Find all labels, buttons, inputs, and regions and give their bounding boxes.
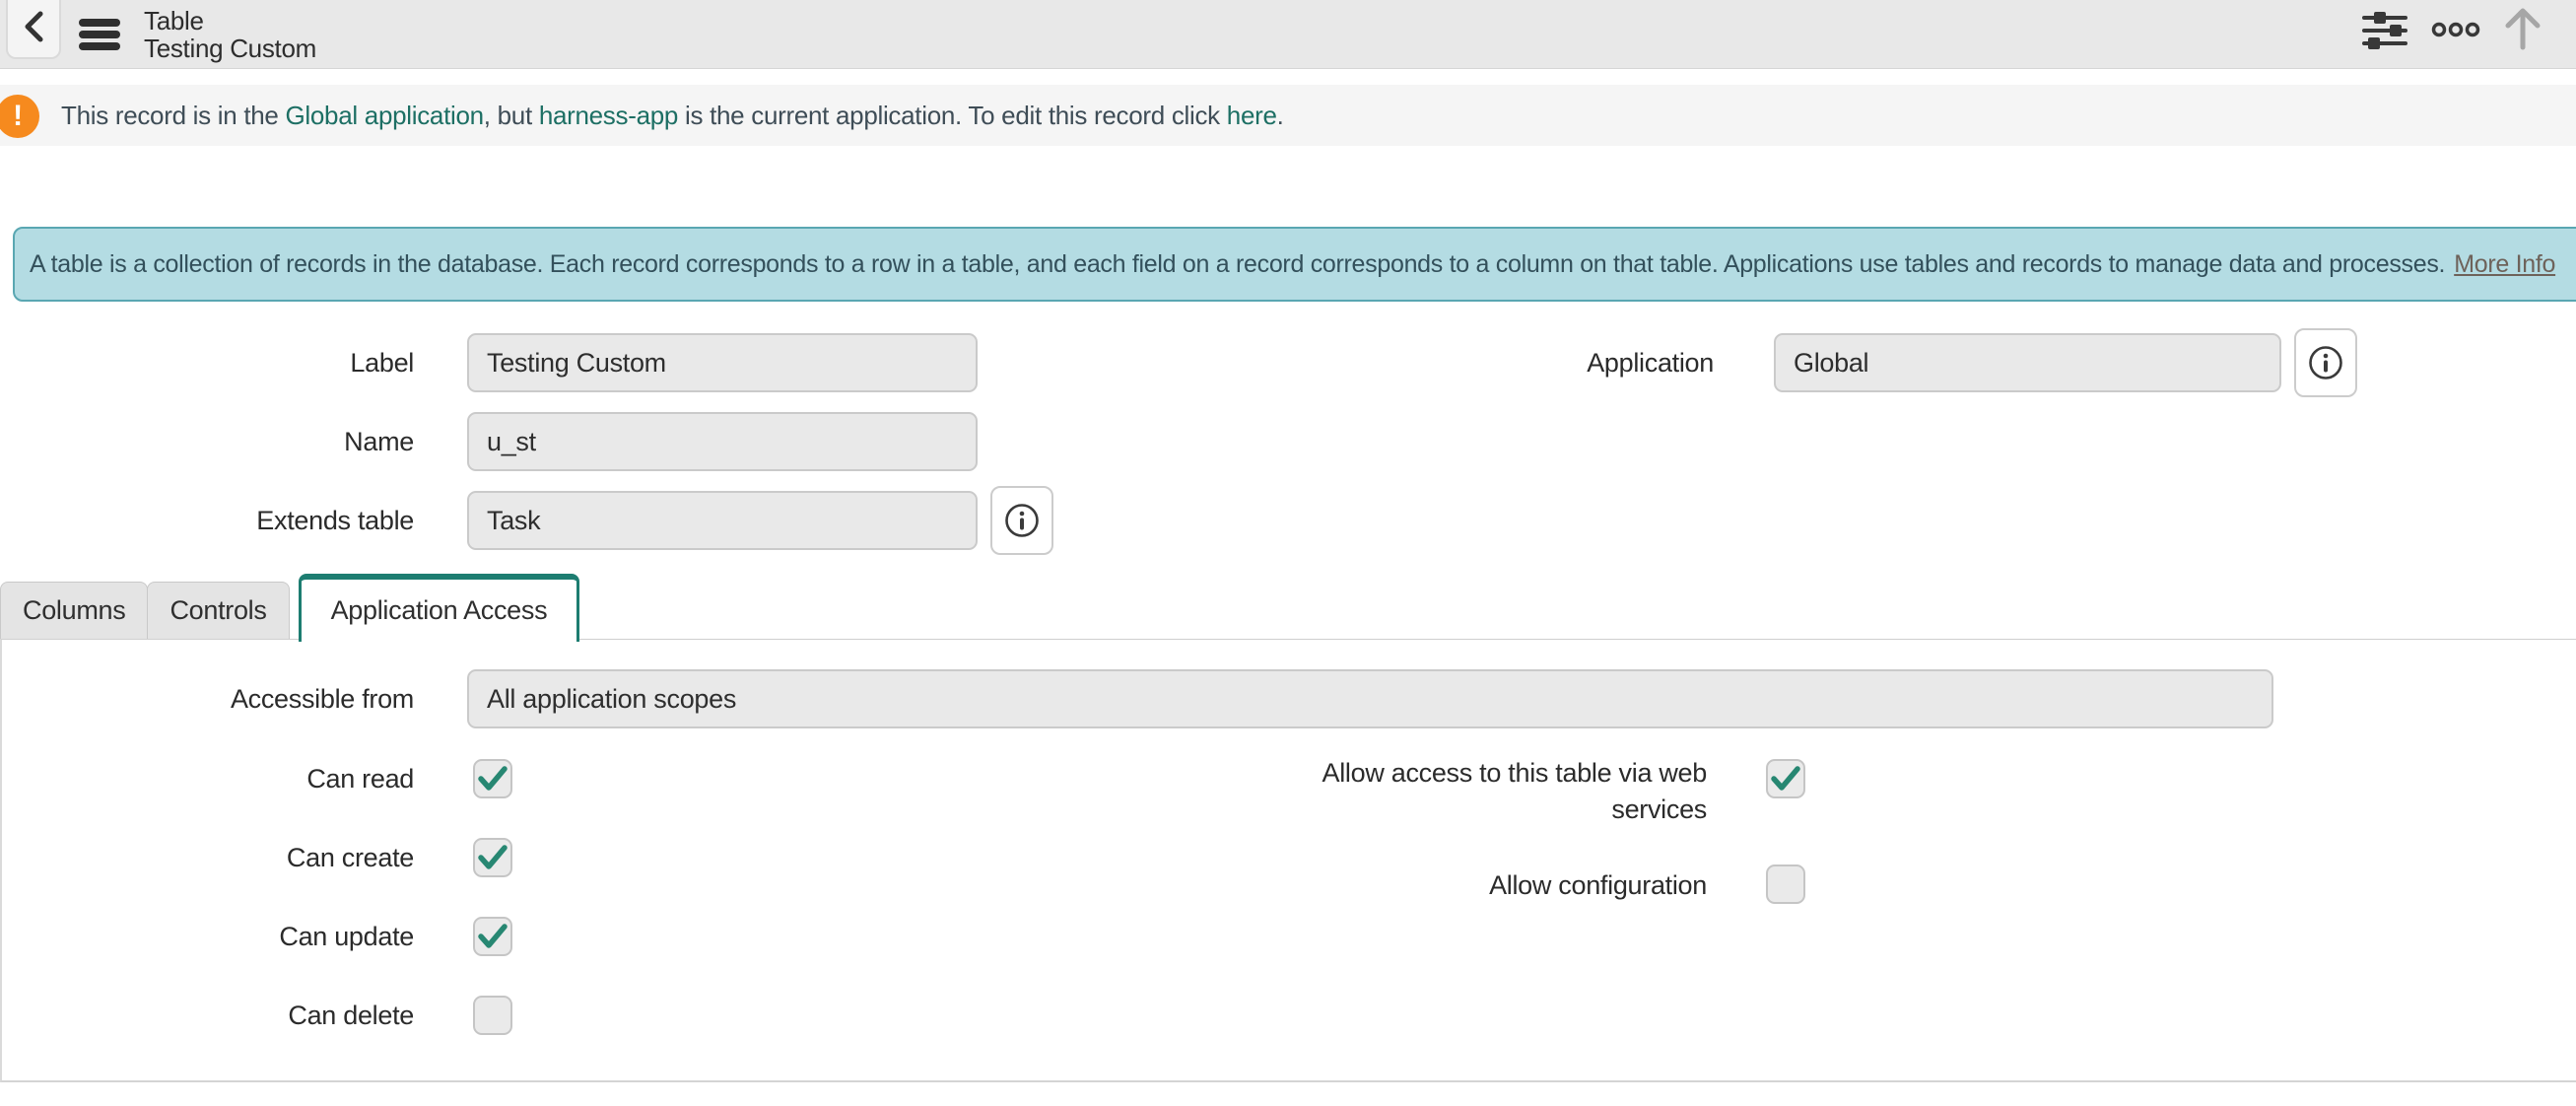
warning-message: This record is in the Global application… [61, 101, 1284, 131]
perm-row-can-update: Can update [0, 917, 512, 956]
extends-table-field-label: Extends table [0, 505, 414, 536]
extends-table-info-button[interactable] [990, 486, 1053, 555]
tab-columns[interactable]: Columns [0, 582, 148, 639]
page-title: Table Testing Custom [144, 7, 316, 62]
allow-configuration-checkbox[interactable] [1766, 864, 1805, 904]
chevron-left-icon [23, 10, 44, 43]
perm-row-can-delete: Can delete [0, 996, 512, 1035]
perm-row-can-read: Can read [0, 759, 512, 798]
more-options-button[interactable] [2430, 11, 2481, 50]
checkmark-icon [478, 845, 508, 870]
name-input[interactable] [467, 412, 978, 471]
back-button[interactable] [6, 0, 61, 59]
cross-scope-warning-banner: ! This record is in the Global applicati… [0, 85, 2576, 146]
form-tabs: Columns Controls Application Access [0, 574, 2576, 639]
can-update-label: Can update [0, 921, 414, 952]
label-field-label: Label [0, 347, 414, 379]
web-services-checkbox[interactable] [1766, 759, 1805, 798]
sliders-icon [2362, 11, 2407, 50]
application-input[interactable] [1774, 333, 2281, 392]
application-info-button[interactable] [2294, 328, 2357, 397]
checkmark-icon [1771, 766, 1800, 792]
banner-text: A table is a collection of records in th… [30, 250, 2445, 279]
can-read-label: Can read [0, 763, 414, 795]
application-field-label: Application [1300, 347, 1714, 379]
can-read-checkbox[interactable] [473, 759, 512, 798]
header-bar: Table Testing Custom [0, 0, 2576, 69]
field-row-application: Application [1300, 333, 2357, 392]
up-arrow-icon [2502, 6, 2543, 51]
extends-table-input[interactable] [467, 491, 978, 550]
harness-app-link[interactable]: harness-app [539, 101, 678, 130]
allow-configuration-label: Allow configuration [1293, 867, 1707, 904]
info-icon [2307, 344, 2344, 381]
record-name-label: Testing Custom [144, 35, 316, 62]
accessible-from-select[interactable] [467, 669, 2273, 728]
field-row-extends-table: Extends table [0, 491, 1053, 550]
can-create-label: Can create [0, 842, 414, 873]
accessible-from-field-label: Accessible from [0, 683, 414, 715]
menu-icon[interactable] [79, 19, 120, 50]
field-row-label: Label [0, 333, 978, 392]
can-update-checkbox[interactable] [473, 917, 512, 956]
info-icon [1003, 502, 1041, 539]
checkmark-icon [478, 924, 508, 949]
warning-icon: ! [0, 95, 39, 138]
field-row-accessible-from: Accessible from [0, 669, 2273, 728]
more-info-link[interactable]: More Info [2454, 250, 2555, 279]
name-field-label: Name [0, 426, 414, 457]
can-delete-checkbox[interactable] [473, 996, 512, 1035]
table-description-banner: A table is a collection of records in th… [13, 227, 2576, 302]
tab-controls[interactable]: Controls [147, 582, 289, 639]
perm-row-can-create: Can create [0, 838, 512, 877]
table-record-page: Table Testing Custom [0, 0, 2576, 1106]
label-input[interactable] [467, 333, 978, 392]
scroll-to-top-button[interactable] [2501, 6, 2544, 53]
web-services-label: Allow access to this table via web servi… [1293, 755, 1707, 828]
global-application-link[interactable]: Global application [286, 101, 484, 130]
tab-application-access[interactable]: Application Access [299, 574, 580, 642]
field-row-name: Name [0, 412, 978, 471]
record-type-label: Table [144, 7, 316, 35]
more-options-icon [2431, 20, 2480, 39]
edit-here-link[interactable]: here [1227, 101, 1277, 130]
can-create-checkbox[interactable] [473, 838, 512, 877]
can-delete-label: Can delete [0, 1000, 414, 1031]
checkmark-icon [478, 766, 508, 792]
personalize-form-button[interactable] [2361, 11, 2408, 50]
